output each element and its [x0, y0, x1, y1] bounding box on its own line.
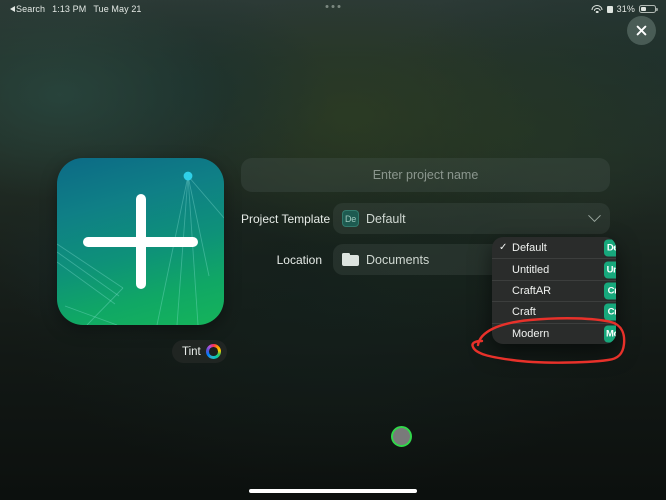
back-chevron-icon: [10, 6, 15, 12]
back-label: Search: [16, 4, 46, 14]
dropdown-item-badge: De: [604, 239, 616, 257]
project-template-row: Project Template De Default: [241, 203, 610, 234]
battery-icon: [639, 4, 658, 14]
dropdown-item-label: CraftAR: [512, 284, 552, 297]
location-label: Location: [276, 252, 322, 267]
dropdown-item-label: Default: [512, 241, 547, 254]
status-date: Tue May 21: [93, 4, 142, 14]
project-template-dropdown[interactable]: ✓ Default De Untitled Un CraftAR Cr Craf…: [492, 237, 616, 344]
dropdown-item-modern[interactable]: Modern Mo: [492, 322, 616, 344]
status-bar: Search 1:13 PM Tue May 21 31%: [0, 0, 666, 18]
close-button[interactable]: [627, 16, 656, 45]
project-template-value: Default: [366, 211, 406, 226]
lock-icon: [606, 5, 613, 13]
project-thumbnail[interactable]: [57, 158, 224, 325]
chevron-down-icon: [588, 209, 601, 223]
back-to-search-button[interactable]: Search: [10, 4, 45, 14]
status-bar-left: Search 1:13 PM Tue May 21: [10, 4, 142, 14]
battery-percent: 31%: [616, 4, 635, 14]
dropdown-item-untitled[interactable]: Untitled Un: [492, 258, 616, 279]
dropdown-item-badge: Cr: [604, 282, 616, 300]
dropdown-item-label: Untitled: [512, 263, 550, 276]
project-name-placeholder: Enter project name: [372, 168, 479, 182]
folder-icon: [342, 253, 359, 266]
dropdown-item-default[interactable]: ✓ Default De: [492, 237, 616, 258]
project-template-label: Project Template: [241, 211, 331, 226]
location-value: Documents: [366, 252, 430, 267]
dropdown-item-label: Craft: [512, 306, 536, 319]
close-icon: [636, 25, 647, 36]
project-template-select[interactable]: De Default: [333, 203, 610, 234]
plus-icon-vertical: [135, 194, 146, 289]
tint-button[interactable]: Tint: [172, 340, 227, 363]
template-icon: De: [342, 210, 359, 227]
thumbnail-tile: [57, 158, 224, 325]
home-indicator[interactable]: [249, 489, 417, 493]
tint-label: Tint: [182, 345, 201, 358]
color-wheel-icon[interactable]: [205, 344, 221, 359]
screen: Search 1:13 PM Tue May 21 31% Tint Enter…: [0, 0, 666, 500]
wifi-icon: [591, 5, 603, 14]
touch-indicator: [391, 426, 412, 447]
dropdown-item-badge: Un: [604, 261, 616, 279]
dropdown-item-label: Modern: [512, 327, 550, 340]
checkmark-icon: ✓: [499, 242, 508, 254]
dropdown-item-craftar[interactable]: CraftAR Cr: [492, 279, 616, 301]
status-bar-right: 31%: [591, 4, 658, 14]
dropdown-item-badge: Cr: [604, 303, 616, 321]
dropdown-item-badge: Mo: [604, 325, 616, 343]
new-project-dialog: Tint Enter project name Project Template…: [0, 0, 666, 500]
project-name-input[interactable]: Enter project name: [241, 158, 610, 192]
multitask-handle[interactable]: [325, 5, 341, 8]
dropdown-item-craft[interactable]: Craft Cr: [492, 301, 616, 322]
status-time: 1:13 PM: [52, 4, 87, 14]
